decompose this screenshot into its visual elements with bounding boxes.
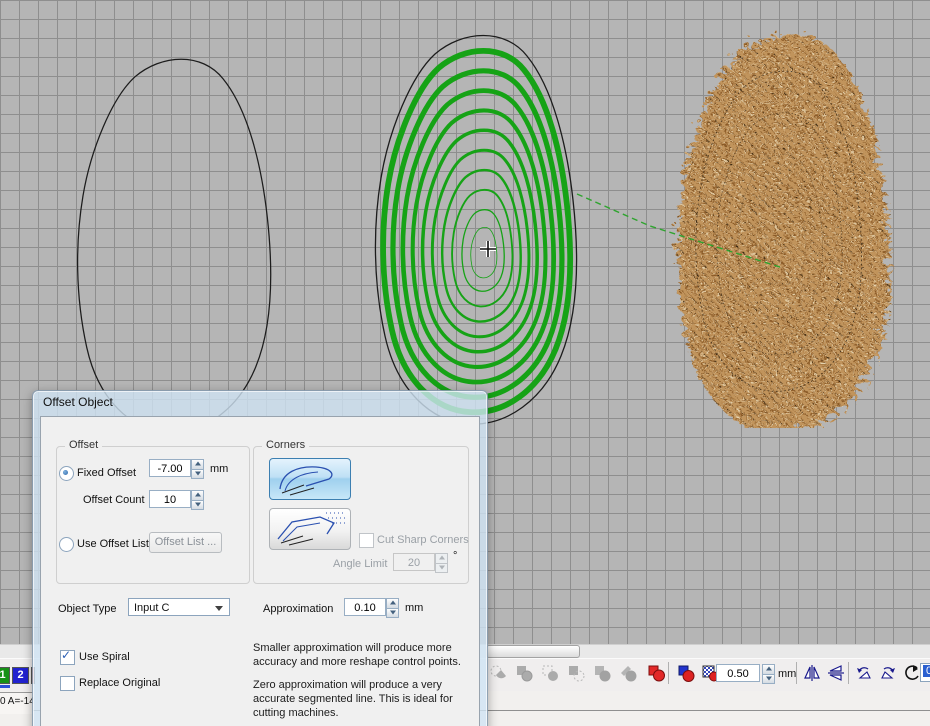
- rotate-angle-value: 0: [923, 665, 930, 677]
- use-offset-list-radio[interactable]: [59, 537, 74, 552]
- approximation-input[interactable]: [344, 598, 386, 616]
- fixed-offset-input[interactable]: [149, 459, 191, 477]
- round-corners-button[interactable]: [269, 458, 351, 500]
- toolbar-separator: [848, 662, 849, 684]
- status-readout: 0 A=-14: [0, 692, 33, 714]
- mirror-horizontal-icon[interactable]: [802, 663, 822, 683]
- intersect-disabled-icon[interactable]: [488, 663, 508, 683]
- approximation-notes: Smaller approximation will produce more …: [253, 641, 474, 726]
- thread-color-chip-2[interactable]: 2: [12, 667, 29, 684]
- object-type-dropdown[interactable]: Input C: [128, 598, 230, 616]
- offset-object-dialog: Offset Object Offset Fixed Offset mm Off…: [32, 390, 488, 726]
- approximation-spinner[interactable]: [386, 598, 399, 617]
- note-zero-approximation: Zero approximation will produce a very a…: [253, 678, 474, 720]
- cut-sharp-corners-checkbox[interactable]: [359, 533, 374, 548]
- fixed-offset-label: Fixed Offset: [77, 467, 136, 479]
- use-offset-list-label: Use Offset List: [77, 538, 149, 550]
- offset-group-label: Offset: [65, 439, 102, 451]
- merge-disabled-icon[interactable]: [592, 663, 612, 683]
- thread-color-chip-1[interactable]: 1: [0, 667, 10, 684]
- sharp-corners-icon: [270, 509, 350, 549]
- replace-original-checkbox[interactable]: [60, 676, 75, 691]
- offset-count-label: Offset Count: [83, 494, 145, 506]
- angle-limit-label: Angle Limit: [333, 558, 387, 570]
- horizontal-scrollbar-thumb[interactable]: [486, 645, 580, 658]
- fixed-offset-radio[interactable]: [59, 466, 74, 481]
- rotate-left-icon[interactable]: [854, 663, 874, 683]
- approximation-unit: mm: [405, 602, 423, 614]
- offset-width-input[interactable]: [716, 664, 760, 682]
- rotate-reset-icon[interactable]: [902, 663, 922, 683]
- offset-width-unit: mm: [778, 668, 796, 680]
- angle-limit-unit: °: [453, 550, 457, 562]
- dialog-client-area: Offset Fixed Offset mm Offset Count Use …: [40, 416, 480, 726]
- cut-sharp-corners-label: Cut Sharp Corners: [377, 534, 469, 546]
- replace-original-label: Replace Original: [79, 677, 160, 689]
- note-smaller-approximation: Smaller approximation will produce more …: [253, 641, 474, 669]
- crosshair-cursor: [479, 240, 497, 258]
- trim-front-disabled-icon[interactable]: [540, 663, 560, 683]
- angle-limit-input[interactable]: [393, 553, 435, 571]
- divide-disabled-icon[interactable]: [618, 663, 638, 683]
- toolbar-separator: [796, 662, 797, 684]
- offset-list-button[interactable]: Offset List ...: [149, 532, 222, 553]
- corners-group-label: Corners: [262, 439, 309, 451]
- trim-back-disabled-icon[interactable]: [566, 663, 586, 683]
- combine-objects-icon[interactable]: [676, 663, 696, 683]
- rotate-angle-input[interactable]: 0: [920, 663, 930, 682]
- offset-width-spinner[interactable]: [762, 664, 775, 683]
- fixed-offset-spinner[interactable]: [191, 459, 204, 478]
- thread-color-selected-underline: [0, 685, 10, 688]
- angle-limit-spinner[interactable]: [435, 553, 448, 572]
- subtract-disabled-icon[interactable]: [514, 663, 534, 683]
- use-spiral-label: Use Spiral: [79, 651, 130, 663]
- toolbar-separator: [668, 662, 669, 684]
- sharp-corners-button[interactable]: [269, 508, 351, 550]
- approximation-label: Approximation: [263, 603, 333, 615]
- use-spiral-checkbox[interactable]: [60, 650, 75, 665]
- object-type-label: Object Type: [58, 603, 117, 615]
- mirror-vertical-icon[interactable]: [826, 663, 846, 683]
- offset-count-input[interactable]: [149, 490, 191, 508]
- weld-icon[interactable]: [646, 663, 666, 683]
- dialog-title: Offset Object: [43, 395, 113, 409]
- fixed-offset-unit: mm: [210, 463, 228, 475]
- round-corners-icon: [270, 459, 350, 499]
- offset-count-spinner[interactable]: [191, 490, 204, 509]
- rotate-right-icon[interactable]: [878, 663, 898, 683]
